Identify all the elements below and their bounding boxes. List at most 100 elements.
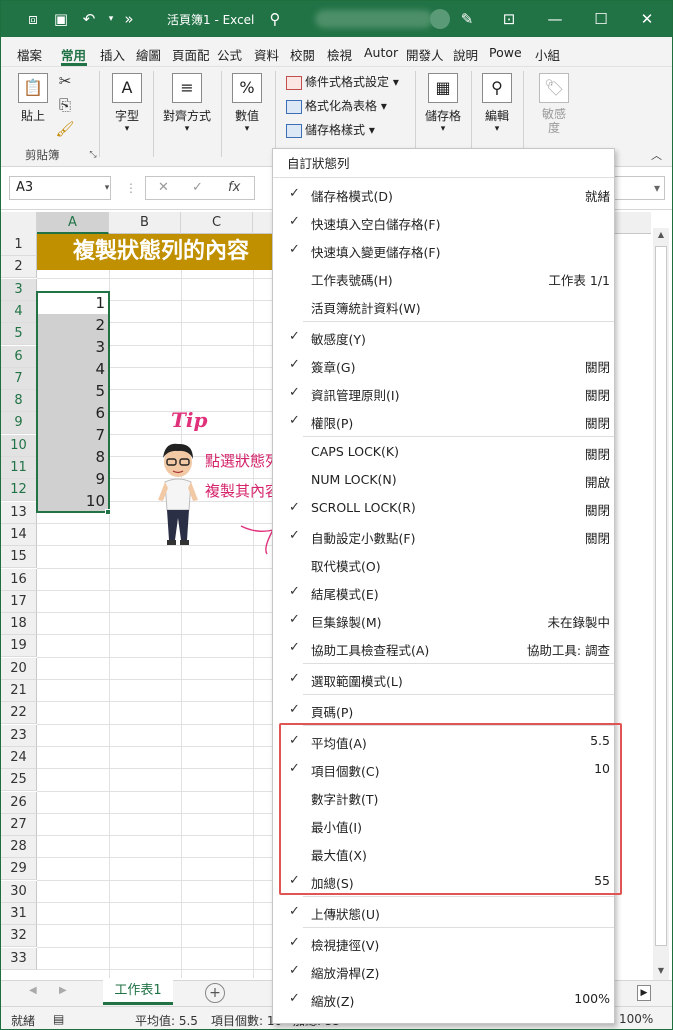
row-header[interactable]: 24 [1, 746, 37, 769]
sheet-tab[interactable]: 工作表1 [103, 980, 173, 1005]
column-header-c[interactable]: C [181, 212, 253, 234]
camera-icon[interactable]: ⧈ [23, 9, 43, 29]
column-header-a[interactable]: A [37, 212, 109, 234]
row-header[interactable]: 17 [1, 590, 37, 613]
menu-item[interactable]: ✓ 結尾模式(E) [273, 578, 614, 606]
row-header[interactable]: 8 [1, 390, 37, 413]
tab-automate[interactable]: Autor [364, 45, 398, 60]
cell-styles-button[interactable]: 儲存格樣式 ▾ [286, 121, 375, 138]
tab-insert[interactable]: 插入 [100, 45, 125, 64]
row-header[interactable]: 29 [1, 858, 37, 881]
menu-item[interactable]: CAPS LOCK(K) 關閉 [273, 438, 614, 466]
close-button[interactable]: ✕ [627, 7, 667, 31]
menu-item[interactable]: ✓ 權限(P) 關閉 [273, 407, 614, 435]
tab-data[interactable]: 資料 [254, 45, 279, 64]
paste-button[interactable]: 📋 貼上 [15, 73, 51, 124]
row-header[interactable]: 5 [1, 323, 37, 346]
tab-home[interactable]: 常用 [61, 45, 86, 64]
row-header[interactable]: 3 [1, 278, 37, 301]
menu-item[interactable]: ✓ 敏感度(Y) [273, 323, 614, 351]
row-header[interactable]: 9 [1, 412, 37, 435]
menu-item[interactable]: 工作表號碼(H) 工作表 1/1 [273, 264, 614, 292]
copy-icon[interactable]: ⎘ [55, 95, 75, 115]
row-header[interactable]: 23 [1, 724, 37, 747]
row-header[interactable]: 27 [1, 813, 37, 836]
name-box-dropdown-icon[interactable]: ▾ [97, 178, 117, 198]
status-average[interactable]: 平均值: 5.5 [135, 1012, 198, 1029]
tab-formulas[interactable]: 公式 [217, 45, 242, 64]
menu-item[interactable]: ✓ 快速填入空白儲存格(F) [273, 208, 614, 236]
row-header[interactable]: 20 [1, 657, 37, 680]
scroll-down-icon[interactable]: ▼ [656, 966, 666, 976]
save-icon[interactable]: ▣ [51, 9, 71, 29]
ribbon-display-button[interactable]: ⊡ [489, 7, 529, 31]
row-header[interactable]: 14 [1, 523, 37, 546]
menu-item[interactable]: ✓ 縮放滑桿(Z) [273, 957, 614, 985]
row-header[interactable]: 10 [1, 434, 37, 457]
menu-item[interactable]: ✓ 上傳狀態(U) [273, 898, 614, 926]
menu-item[interactable]: 活頁簿統計資料(W) [273, 292, 614, 320]
menu-item[interactable]: ✓ 巨集錄製(M) 未在錄製中 [273, 606, 614, 634]
prev-sheet-icon[interactable]: ◀ [29, 985, 37, 996]
row-header[interactable]: 33 [1, 947, 37, 970]
tab-review[interactable]: 校閱 [290, 45, 315, 64]
undo-dropdown-icon[interactable]: ▾ [101, 9, 121, 29]
scroll-right-icon[interactable]: ▶ [637, 985, 651, 1001]
row-header[interactable]: 11 [1, 457, 37, 479]
maximize-button[interactable]: ☐ [581, 7, 621, 31]
expand-formula-bar-icon[interactable]: ▾ [613, 176, 665, 200]
row-header[interactable]: 25 [1, 769, 37, 792]
tab-power[interactable]: Powe [489, 45, 522, 60]
minimize-button[interactable]: — [535, 7, 575, 31]
tab-page-layout[interactable]: 頁面配 [172, 45, 210, 64]
row-header[interactable]: 1 [1, 234, 37, 256]
collapse-ribbon-icon[interactable]: ︿ [651, 147, 662, 163]
workbook-stats-icon[interactable]: ▤ [53, 1012, 64, 1026]
account-name[interactable] [315, 10, 433, 28]
row-header[interactable]: 26 [1, 791, 37, 814]
tab-team[interactable]: 小組 [535, 45, 560, 64]
row-header[interactable]: 28 [1, 836, 37, 859]
menu-item[interactable]: ✓ 檢視捷徑(V) [273, 929, 614, 957]
dialog-launcher-icon[interactable]: ⤡ [83, 145, 103, 165]
select-all-corner[interactable] [1, 212, 37, 234]
undo-icon[interactable]: ↶ [79, 9, 99, 29]
search-icon[interactable]: ⚲ [265, 9, 285, 29]
row-header[interactable]: 12 [1, 479, 37, 502]
row-header[interactable]: 21 [1, 680, 37, 702]
cut-icon[interactable]: ✂ [55, 71, 75, 91]
row-header[interactable]: 15 [1, 546, 37, 569]
number-button[interactable]: % 數值 ▾ [227, 73, 267, 134]
row-header[interactable]: 16 [1, 568, 37, 591]
scroll-thumb[interactable] [655, 246, 667, 946]
row-header[interactable]: 18 [1, 613, 37, 636]
menu-item[interactable]: ✓ 協助工具檢查程式(A) 協助工具: 調查 [273, 634, 614, 662]
menu-item[interactable]: ✓ 縮放(Z) 100% [273, 985, 614, 1013]
next-sheet-icon[interactable]: ▶ [59, 985, 67, 996]
tab-developer[interactable]: 開發人 [406, 45, 448, 64]
more-commands-icon[interactable]: » [119, 9, 139, 29]
add-sheet-button[interactable]: + [205, 983, 225, 1003]
enter-icon[interactable]: ✓ [192, 177, 203, 199]
avatar[interactable] [430, 9, 450, 29]
row-header[interactable]: 2 [1, 256, 37, 279]
menu-item[interactable]: ✓ 快速填入變更儲存格(F) [273, 236, 614, 264]
menu-item[interactable]: 取代模式(O) [273, 550, 614, 578]
font-button[interactable]: A 字型 ▾ [107, 73, 147, 134]
designer-icon[interactable]: ✎ [457, 9, 477, 29]
tab-help[interactable]: 說明 [453, 45, 478, 64]
format-painter-icon[interactable]: 🖌 [55, 119, 75, 139]
row-header[interactable]: 32 [1, 925, 37, 948]
row-header[interactable]: 6 [1, 345, 37, 368]
row-header[interactable]: 4 [1, 300, 37, 323]
cells-button[interactable]: ▦ 儲存格 ▾ [421, 73, 465, 134]
tab-file[interactable]: 檔案 [17, 45, 42, 64]
row-header[interactable]: 19 [1, 635, 37, 658]
fill-handle[interactable] [105, 509, 111, 515]
scroll-up-icon[interactable]: ▲ [656, 230, 666, 240]
column-header-b[interactable]: B [109, 212, 181, 234]
editing-button[interactable]: ⚲ 編輯 ▾ [477, 73, 517, 134]
name-box[interactable]: A3 [9, 176, 111, 200]
tab-view[interactable]: 檢視 [327, 45, 352, 64]
menu-item[interactable]: NUM LOCK(N) 開啟 [273, 466, 614, 494]
